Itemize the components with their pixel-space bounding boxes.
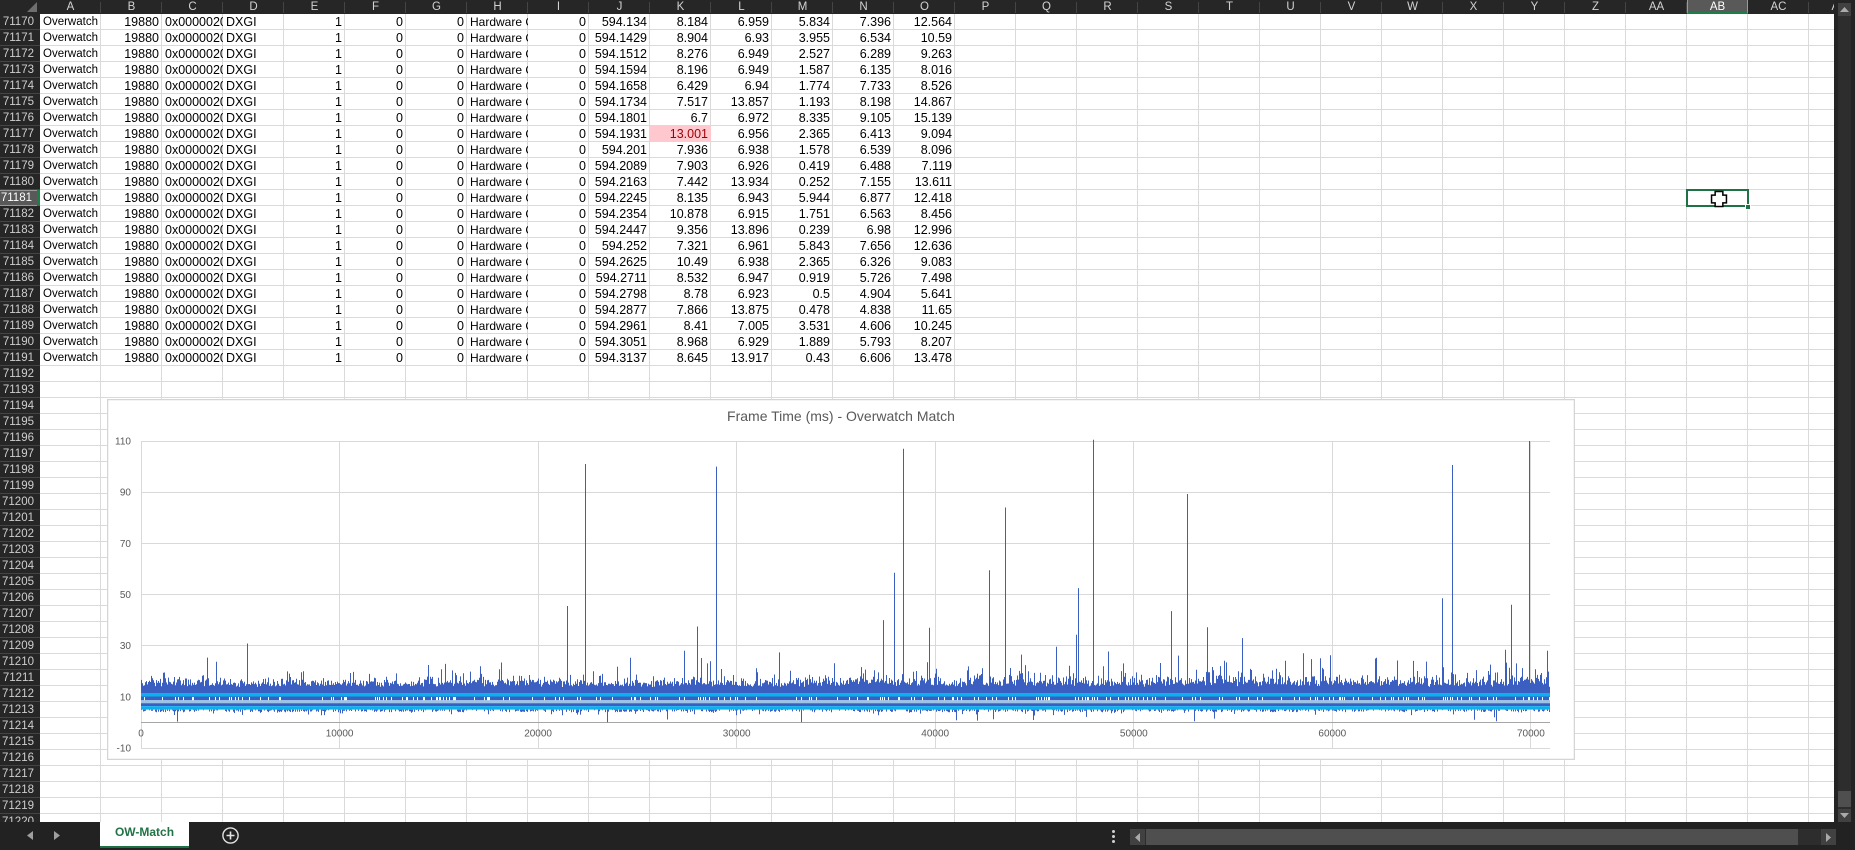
svg-text:50: 50: [120, 590, 132, 601]
svg-text:30000: 30000: [723, 728, 751, 739]
svg-text:20000: 20000: [524, 728, 552, 739]
svg-text:70: 70: [120, 539, 132, 550]
svg-text:10: 10: [120, 692, 132, 703]
svg-text:70000: 70000: [1517, 728, 1545, 739]
svg-text:Frame Time (ms) - Overwatch Ma: Frame Time (ms) - Overwatch Match: [727, 408, 955, 424]
svg-text:10000: 10000: [326, 728, 354, 739]
svg-text:110: 110: [115, 437, 131, 448]
svg-text:40000: 40000: [921, 728, 949, 739]
svg-text:50000: 50000: [1120, 728, 1148, 739]
svg-text:-10: -10: [117, 744, 132, 755]
svg-text:0: 0: [138, 728, 144, 739]
svg-text:60000: 60000: [1318, 728, 1346, 739]
svg-text:30: 30: [120, 641, 132, 652]
svg-text:90: 90: [120, 488, 132, 499]
